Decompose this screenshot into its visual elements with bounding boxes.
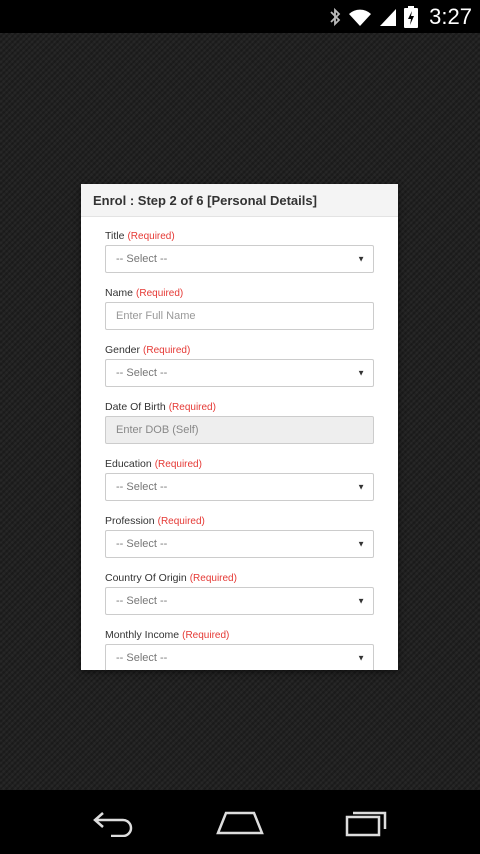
- field-education: Education (Required) -- Select -- ▼: [105, 455, 374, 501]
- status-bar: 3:27: [0, 0, 480, 33]
- field-label: Name (Required): [105, 287, 184, 299]
- field-label: Education (Required): [105, 458, 202, 470]
- field-label: Gender (Required): [105, 344, 191, 356]
- chevron-down-icon: ▼: [357, 254, 365, 264]
- dob-input[interactable]: Enter DOB (Self): [105, 416, 374, 444]
- required-marker: (Required): [127, 231, 175, 242]
- navigation-bar: [0, 790, 480, 854]
- field-profession: Profession (Required) -- Select -- ▼: [105, 512, 374, 558]
- recents-icon: [345, 811, 386, 837]
- home-icon: [216, 811, 264, 835]
- wifi-icon: [348, 7, 372, 27]
- required-marker: (Required): [136, 288, 184, 299]
- chevron-down-icon: ▼: [357, 368, 365, 378]
- required-marker: (Required): [168, 402, 216, 413]
- dialog-title: Enrol : Step 2 of 6 [Personal Details]: [93, 192, 317, 208]
- field-monthly-income: Monthly Income (Required) -- Select -- ▼: [105, 626, 374, 670]
- recents-button[interactable]: [337, 802, 397, 842]
- home-button[interactable]: [210, 802, 270, 842]
- education-select[interactable]: -- Select -- ▼: [105, 473, 374, 501]
- signal-icon: [379, 7, 397, 27]
- chevron-down-icon: ▼: [357, 482, 365, 492]
- title-select[interactable]: -- Select -- ▼: [105, 245, 374, 273]
- required-marker: (Required): [157, 516, 205, 527]
- field-label: Date Of Birth (Required): [105, 401, 216, 413]
- field-label: Title (Required): [105, 230, 175, 242]
- enrol-dialog: Enrol : Step 2 of 6 [Personal Details] T…: [81, 184, 398, 670]
- required-marker: (Required): [182, 630, 230, 641]
- gender-select[interactable]: -- Select -- ▼: [105, 359, 374, 387]
- profession-select[interactable]: -- Select -- ▼: [105, 530, 374, 558]
- required-marker: (Required): [143, 345, 191, 356]
- personal-details-form: Title (Required) -- Select -- ▼ Name (Requ…: [81, 217, 398, 670]
- chevron-down-icon: ▼: [357, 539, 365, 549]
- clock: 3:27: [429, 3, 472, 29]
- required-marker: (Required): [154, 459, 202, 470]
- field-label: Country Of Origin (Required): [105, 572, 237, 584]
- field-name: Name (Required) Enter Full Name: [105, 284, 374, 330]
- chevron-down-icon: ▼: [357, 653, 365, 663]
- battery-charging-icon: [404, 5, 419, 28]
- required-marker: (Required): [189, 573, 237, 584]
- monthly-income-select[interactable]: -- Select -- ▼: [105, 644, 374, 670]
- chevron-down-icon: ▼: [357, 596, 365, 606]
- field-label: Monthly Income (Required): [105, 629, 230, 641]
- country-of-origin-select[interactable]: -- Select -- ▼: [105, 587, 374, 615]
- back-button[interactable]: [83, 802, 143, 842]
- field-dob: Date Of Birth (Required) Enter DOB (Self): [105, 398, 374, 444]
- field-gender: Gender (Required) -- Select -- ▼: [105, 341, 374, 387]
- field-label: Profession (Required): [105, 515, 205, 527]
- field-title: Title (Required) -- Select -- ▼: [105, 227, 374, 273]
- field-country-of-origin: Country Of Origin (Required) -- Select --…: [105, 569, 374, 615]
- back-icon: [93, 812, 133, 837]
- bluetooth-icon: [329, 7, 341, 27]
- name-input[interactable]: Enter Full Name: [105, 302, 374, 330]
- dialog-header: Enrol : Step 2 of 6 [Personal Details]: [81, 184, 398, 217]
